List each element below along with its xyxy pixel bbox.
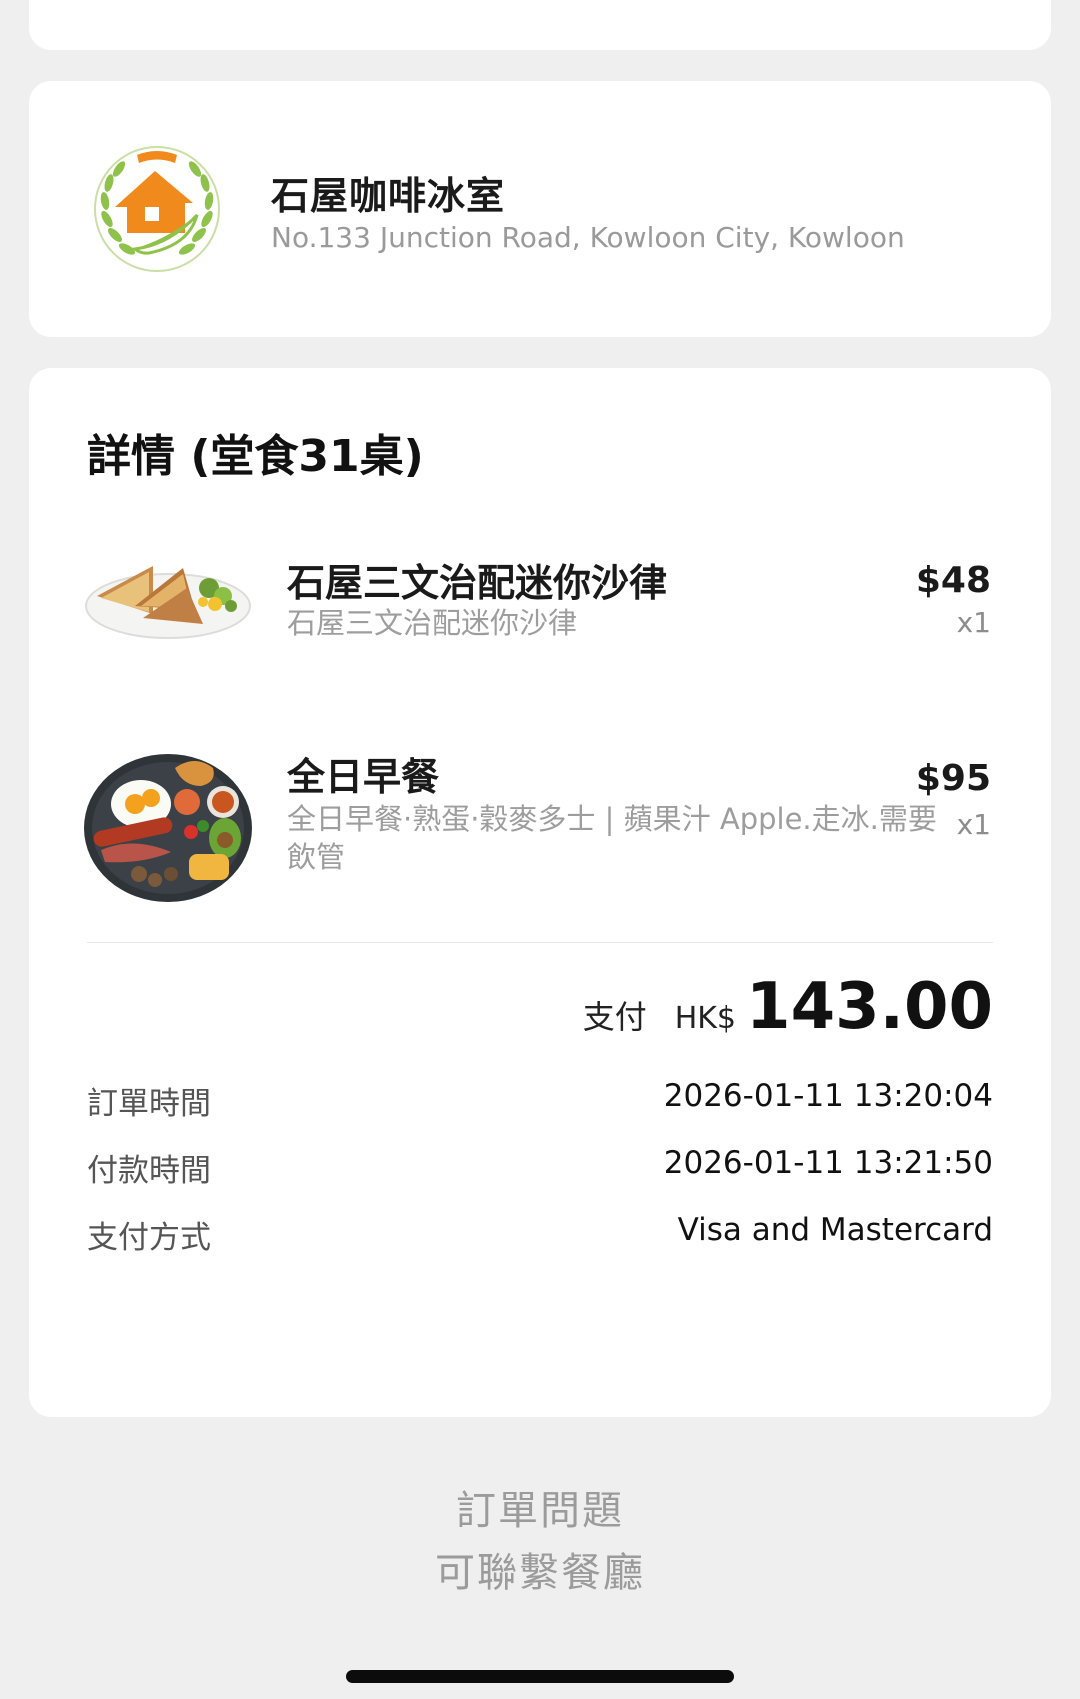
item-price: $48: [915, 560, 991, 601]
item-quantity: x1: [956, 808, 991, 841]
footer-contact-restaurant[interactable]: 可聯繫餐廳: [0, 1540, 1080, 1598]
all-day-breakfast-photo-icon: [83, 746, 253, 910]
payment-currency: HK$: [674, 1001, 737, 1036]
payment-time-row: 付款時間 2026-01-11 13:21:50: [87, 1145, 993, 1195]
item-description: 全日早餐·熟蛋·穀麥多士 | 蘋果汁 Apple.走冰.需要飲管: [287, 802, 937, 874]
payment-label: 支付: [582, 998, 647, 1036]
payment-method-row: 支付方式 Visa and Mastercard: [87, 1212, 993, 1262]
details-title: 詳情 (堂食31桌): [87, 431, 424, 482]
divider: [87, 942, 993, 943]
footer-order-question[interactable]: 訂單問題: [0, 1478, 1080, 1536]
item-quantity: x1: [956, 606, 991, 639]
restaurant-card[interactable]: 石屋咖啡冰室 No.133 Junction Road, Kowloon Cit…: [29, 81, 1051, 337]
item-name: 全日早餐: [287, 755, 440, 799]
restaurant-name: 石屋咖啡冰室: [271, 174, 506, 218]
item-name: 石屋三文治配迷你沙律: [287, 561, 668, 605]
order-item[interactable]: 石屋三文治配迷你沙律 石屋三文治配迷你沙律 $48 x1: [29, 538, 1051, 668]
info-value: Visa and Mastercard: [677, 1212, 993, 1248]
order-item[interactable]: 全日早餐 全日早餐·熟蛋·穀麥多士 | 蘋果汁 Apple.走冰.需要飲管 $9…: [29, 746, 1051, 916]
info-label: 訂單時間: [87, 1086, 211, 1122]
restaurant-logo-icon: [89, 141, 225, 277]
item-price: $95: [915, 758, 991, 799]
sandwich-salad-photo-icon: [83, 548, 253, 652]
order-details-card: 詳情 (堂食31桌) 石屋三文治配迷你沙律 石屋三文治配迷你沙律 $48 x1: [29, 368, 1051, 1417]
payment-total: 支付 HK$ 143.00: [583, 970, 993, 1060]
info-value: 2026-01-11 13:20:04: [663, 1078, 993, 1114]
info-label: 支付方式: [87, 1220, 211, 1256]
home-indicator[interactable]: [346, 1670, 734, 1683]
item-description: 石屋三文治配迷你沙律: [287, 606, 578, 640]
previous-card: [29, 0, 1051, 50]
info-value: 2026-01-11 13:21:50: [663, 1145, 993, 1181]
info-label: 付款時間: [87, 1153, 211, 1189]
payment-amount: 143.00: [746, 970, 993, 1044]
restaurant-address: No.133 Junction Road, Kowloon City, Kowl…: [271, 221, 905, 254]
order-time-row: 訂單時間 2026-01-11 13:20:04: [87, 1078, 993, 1128]
